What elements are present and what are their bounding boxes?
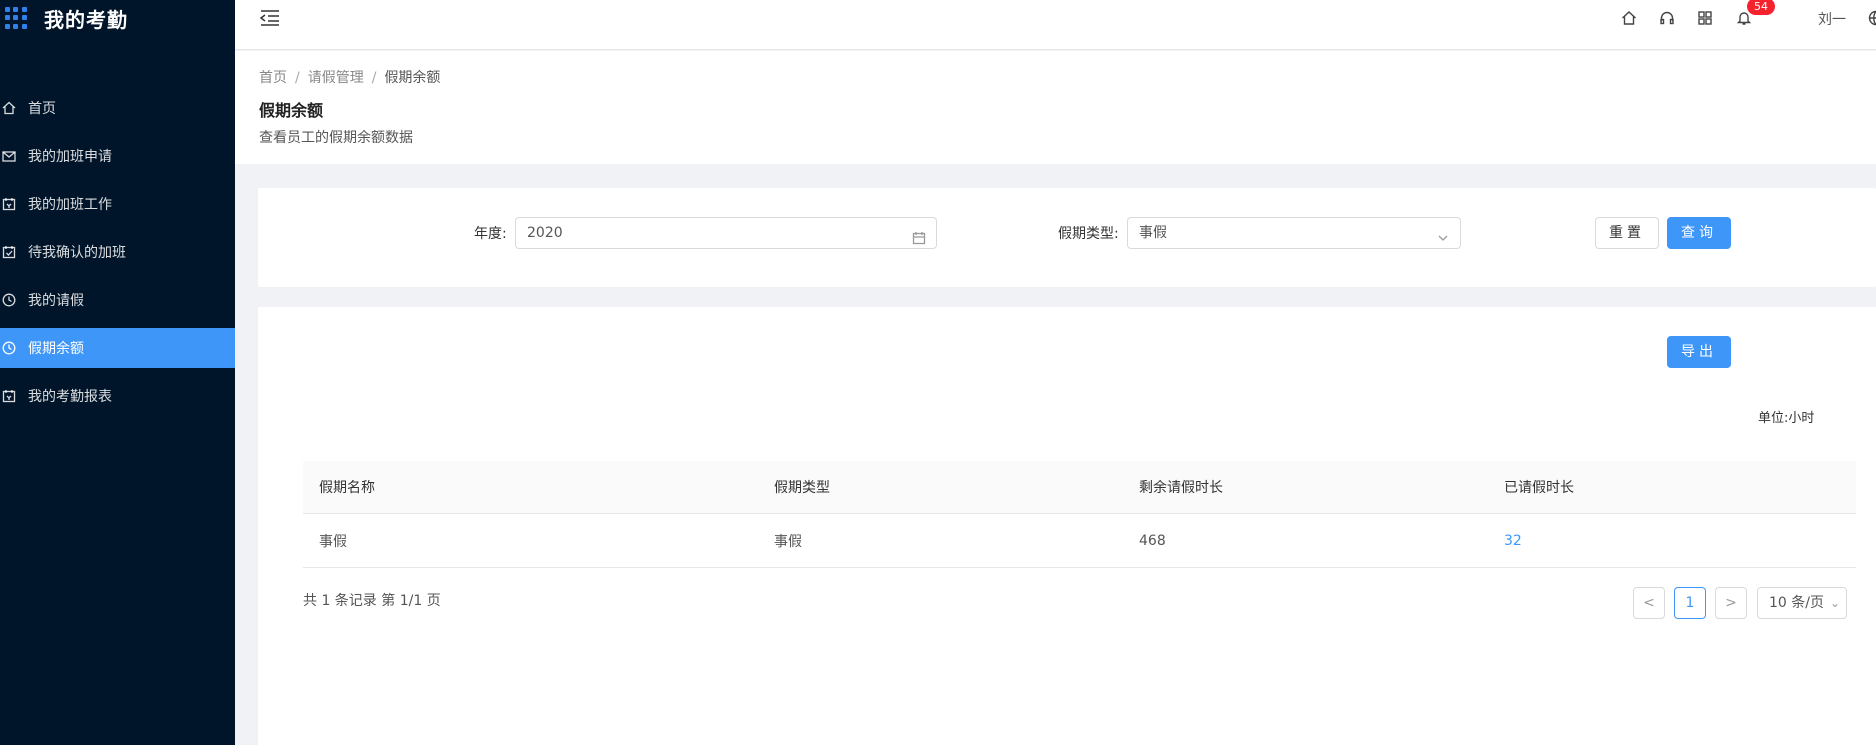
- sidebar-item-overtime-apply[interactable]: 我的加班申请: [0, 136, 235, 176]
- year-label: 年度:: [474, 226, 507, 242]
- filter-card: 年度: 2020 假期类型: 事假 重置 查询: [258, 188, 1876, 287]
- query-button[interactable]: 查询: [1667, 217, 1731, 249]
- breadcrumb: 首页 / 请假管理 / 假期余额: [259, 70, 441, 86]
- used-hours-link[interactable]: 32: [1504, 533, 1522, 549]
- headset-icon[interactable]: [1658, 9, 1676, 27]
- leave-type-select[interactable]: 事假: [1127, 217, 1461, 249]
- home-icon: [2, 101, 16, 115]
- sidebar-item-label: 我的加班申请: [28, 149, 112, 165]
- sidebar-item-overtime-work[interactable]: 我的加班工作: [0, 184, 235, 224]
- sidebar-item-label: 我的请假: [28, 293, 84, 309]
- leave-type-value: 事假: [1139, 225, 1167, 241]
- mail-icon: [2, 149, 16, 163]
- export-button[interactable]: 导出: [1667, 336, 1731, 368]
- calendar-icon: [2, 197, 16, 211]
- leave-type-label: 假期类型:: [1058, 226, 1119, 242]
- column-header: 已请假时长: [1504, 480, 1574, 496]
- page-number-button[interactable]: 1: [1674, 587, 1706, 619]
- sidebar-item-leave-balance[interactable]: 假期余额: [0, 328, 235, 368]
- calendar-icon: [912, 226, 926, 245]
- year-picker[interactable]: 2020: [515, 217, 937, 249]
- sidebar-item-label: 假期余额: [28, 341, 84, 357]
- sidebar-item-label: 待我确认的加班: [28, 245, 126, 261]
- notification-badge: 54: [1747, 0, 1775, 15]
- year-value: 2020: [527, 225, 563, 241]
- breadcrumb-leave-management[interactable]: 请假管理: [308, 70, 364, 86]
- logo[interactable]: 我的考勤: [0, 0, 235, 36]
- sidebar-item-label: 我的考勤报表: [28, 389, 112, 405]
- clock-icon: [2, 293, 16, 307]
- page-description: 查看员工的假期余额数据: [259, 130, 413, 146]
- chevron-down-icon: ⌄: [1829, 596, 1840, 610]
- page-header: 首页 / 请假管理 / 假期余额 假期余额 查看员工的假期余额数据: [235, 51, 1876, 164]
- pagination-summary: 共 1 条记录 第 1/1 页: [303, 593, 441, 609]
- globe-icon[interactable]: [1867, 9, 1876, 27]
- breadcrumb-home[interactable]: 首页: [259, 70, 287, 86]
- reset-button[interactable]: 重置: [1595, 217, 1659, 249]
- prev-page-button[interactable]: <: [1633, 587, 1665, 619]
- table-card: 导出 单位:小时 假期名称 假期类型 剩余请假时长 已请假时长 事假 事假 46…: [258, 307, 1876, 745]
- app-title: 我的考勤: [44, 7, 128, 32]
- column-header: 假期名称: [319, 480, 375, 496]
- chevron-down-icon: [1436, 226, 1450, 241]
- table-cell: 事假: [774, 533, 802, 550]
- sidebar: 我的考勤 首页 我的加班申请 我的加班工作 待我确认的加班 我的请假 假期余额: [0, 0, 235, 745]
- sidebar-item-label: 首页: [28, 101, 56, 117]
- top-header: 54 刘一: [235, 0, 1876, 50]
- breadcrumb-current: 假期余额: [384, 70, 441, 86]
- sidebar-menu: 首页 我的加班申请 我的加班工作 待我确认的加班 我的请假 假期余额 我的考勤报…: [0, 88, 235, 416]
- unit-label: 单位:小时: [1758, 411, 1815, 426]
- table-cell: 468: [1139, 532, 1166, 549]
- next-page-button[interactable]: >: [1715, 587, 1747, 619]
- table-header: 假期名称 假期类型 剩余请假时长 已请假时长: [303, 461, 1856, 514]
- calendar-icon: [2, 389, 16, 403]
- page-size-value: 10 条/页: [1769, 595, 1824, 611]
- sidebar-item-label: 我的加班工作: [28, 197, 112, 213]
- home-icon[interactable]: [1620, 9, 1638, 27]
- sidebar-item-attendance-report[interactable]: 我的考勤报表: [0, 376, 235, 416]
- column-header: 剩余请假时长: [1139, 480, 1223, 496]
- page-title: 假期余额: [259, 101, 324, 120]
- leave-balance-table: 假期名称 假期类型 剩余请假时长 已请假时长 事假 事假 468 32: [303, 461, 1856, 568]
- calendar-check-icon: [2, 245, 16, 259]
- sidebar-item-my-leave[interactable]: 我的请假: [0, 280, 235, 320]
- apps-grid-icon: [4, 6, 28, 30]
- table-row: 事假 事假 468 32: [303, 514, 1856, 568]
- column-header: 假期类型: [774, 480, 830, 496]
- page-size-select[interactable]: 10 条/页 ⌄: [1757, 587, 1847, 619]
- clock-icon: [2, 341, 16, 355]
- apps-icon[interactable]: [1696, 9, 1714, 27]
- sidebar-item-home[interactable]: 首页: [0, 88, 235, 128]
- user-name[interactable]: 刘一: [1818, 9, 1846, 29]
- menu-fold-icon[interactable]: [259, 9, 281, 27]
- table-cell: 事假: [319, 533, 347, 550]
- sidebar-item-overtime-confirm[interactable]: 待我确认的加班: [0, 232, 235, 272]
